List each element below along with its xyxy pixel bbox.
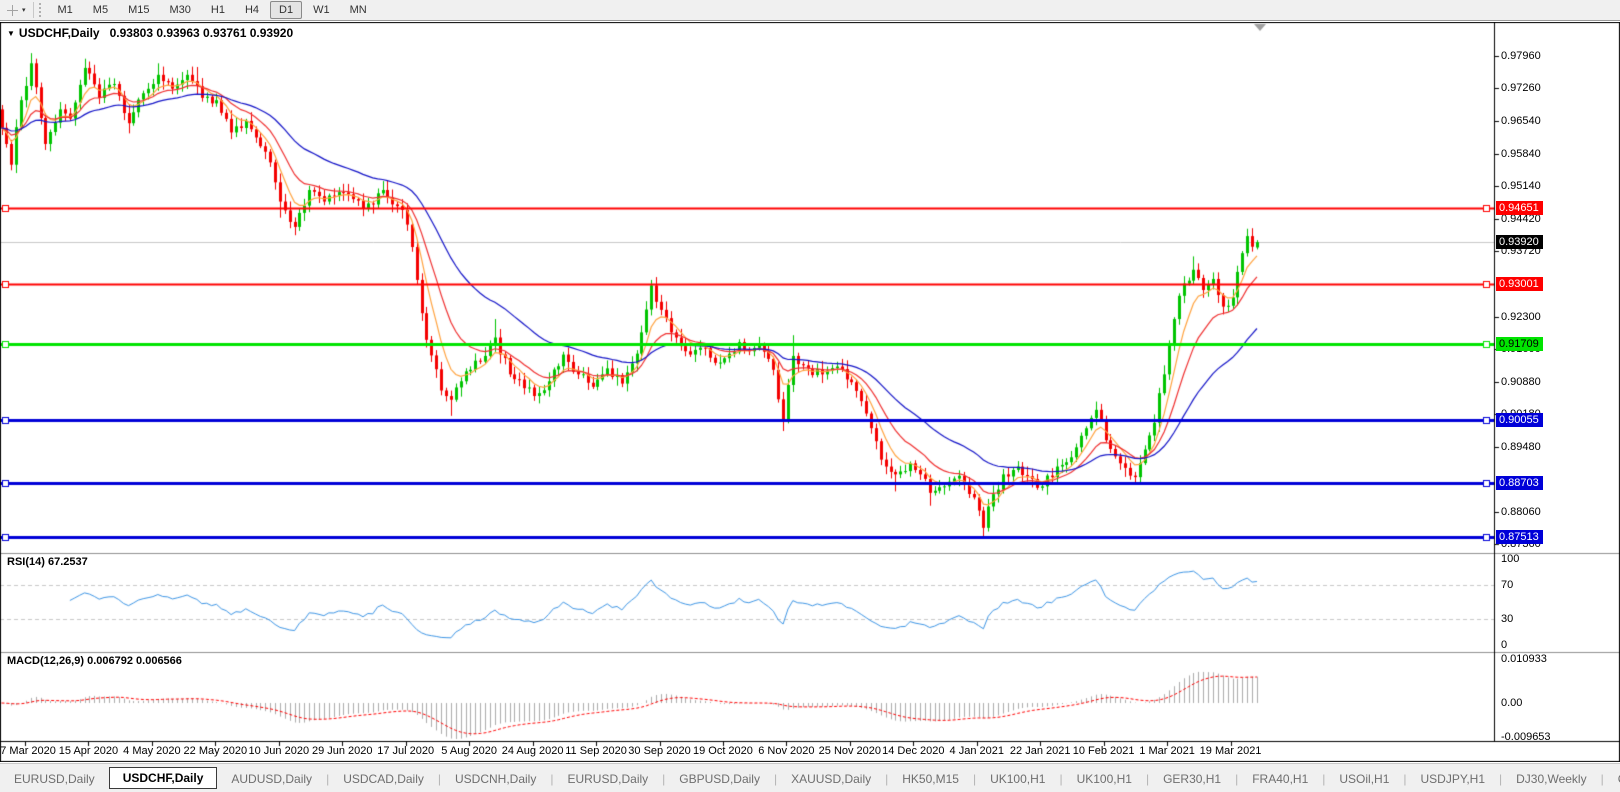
tab-fra40-h1[interactable]: FRA40,H1: [1238, 768, 1322, 790]
tab-eurusd-daily[interactable]: EURUSD,Daily: [0, 768, 109, 790]
tab-ger30-h1[interactable]: GER30,H1: [1149, 768, 1235, 790]
tab-china300-h1[interactable]: CHINA300,H1: [1604, 768, 1620, 790]
tab-uk100-h1[interactable]: UK100,H1: [1063, 768, 1146, 790]
tab-usoil-h1[interactable]: USOil,H1: [1325, 768, 1403, 790]
chevron-down-icon[interactable]: ▾: [22, 6, 26, 14]
timeframe-button-m30[interactable]: M30: [160, 1, 199, 19]
symbol-tab-bar: EURUSD,DailyUSDCHF,DailyAUDUSD,Daily|USD…: [0, 763, 1620, 792]
tabs-container: EURUSD,DailyUSDCHF,DailyAUDUSD,Daily|USD…: [0, 768, 1620, 790]
tab-usdchf-daily[interactable]: USDCHF,Daily: [109, 767, 218, 789]
chart-window: [0, 22, 1620, 762]
toolbar-grip[interactable]: [39, 3, 44, 17]
tab-usdjpy-h1[interactable]: USDJPY,H1: [1407, 768, 1499, 790]
tab-usdcnh-daily[interactable]: USDCNH,Daily: [441, 768, 550, 790]
crosshair-cursor-icon[interactable]: [6, 4, 19, 17]
price-chart-canvas[interactable]: [0, 22, 1620, 762]
tab-audusd-daily[interactable]: AUDUSD,Daily: [217, 768, 326, 790]
timeframe-toolbar: ▾ M1M5M15M30H1H4D1W1MN: [0, 0, 1620, 21]
timeframe-button-m5[interactable]: M5: [84, 1, 117, 19]
tab-uk100-h1[interactable]: UK100,H1: [976, 768, 1059, 790]
tab-usdcad-daily[interactable]: USDCAD,Daily: [329, 768, 438, 790]
toolbar-separator: [33, 2, 34, 18]
timeframe-button-group: M1M5M15M30H1H4D1W1MN: [48, 4, 377, 16]
timeframe-button-mn[interactable]: MN: [341, 1, 376, 19]
timeframe-button-m15[interactable]: M15: [119, 1, 158, 19]
tab-hk50-m15[interactable]: HK50,M15: [888, 768, 973, 790]
timeframe-button-d1[interactable]: D1: [270, 1, 302, 19]
tab-dj30-weekly[interactable]: DJ30,Weekly: [1502, 768, 1600, 790]
timeframe-button-w1[interactable]: W1: [304, 1, 339, 19]
tab-gbpusd-daily[interactable]: GBPUSD,Daily: [665, 768, 774, 790]
trading-app: ▾ M1M5M15M30H1H4D1W1MN ▼USDCHF,Daily0.93…: [0, 0, 1620, 792]
tab-eurusd-daily[interactable]: EURUSD,Daily: [553, 768, 662, 790]
timeframe-button-h4[interactable]: H4: [236, 1, 268, 19]
tab-xauusd-daily[interactable]: XAUUSD,Daily: [777, 768, 885, 790]
timeframe-button-m1[interactable]: M1: [49, 1, 82, 19]
timeframe-button-h1[interactable]: H1: [202, 1, 234, 19]
